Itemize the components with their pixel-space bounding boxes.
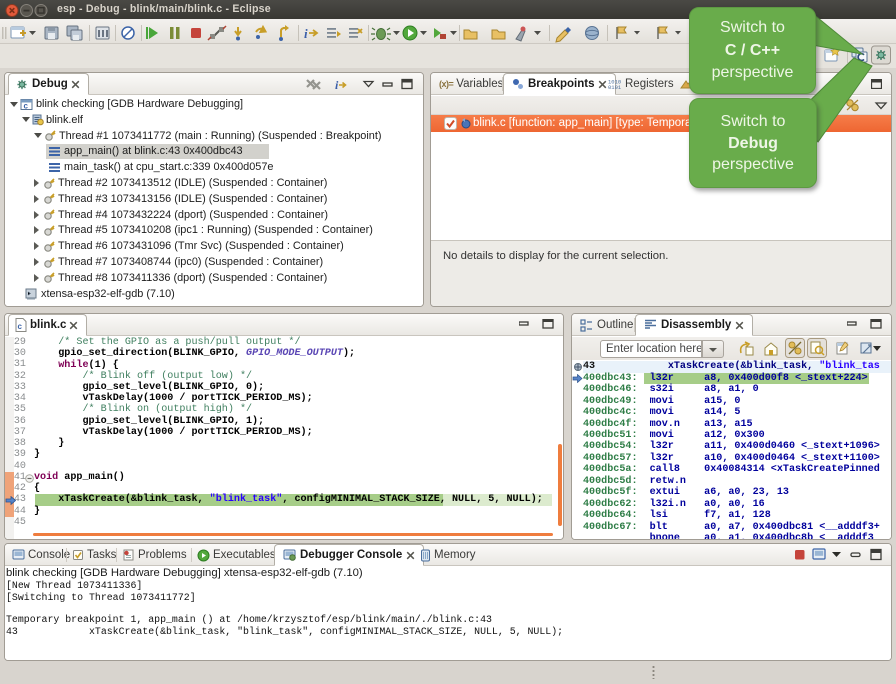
svg-text:i: i xyxy=(335,78,339,92)
svg-text:c: c xyxy=(24,101,29,110)
svg-text:i: i xyxy=(304,26,308,41)
svg-text:c: c xyxy=(18,322,23,331)
svg-text:0101: 0101 xyxy=(608,84,621,90)
